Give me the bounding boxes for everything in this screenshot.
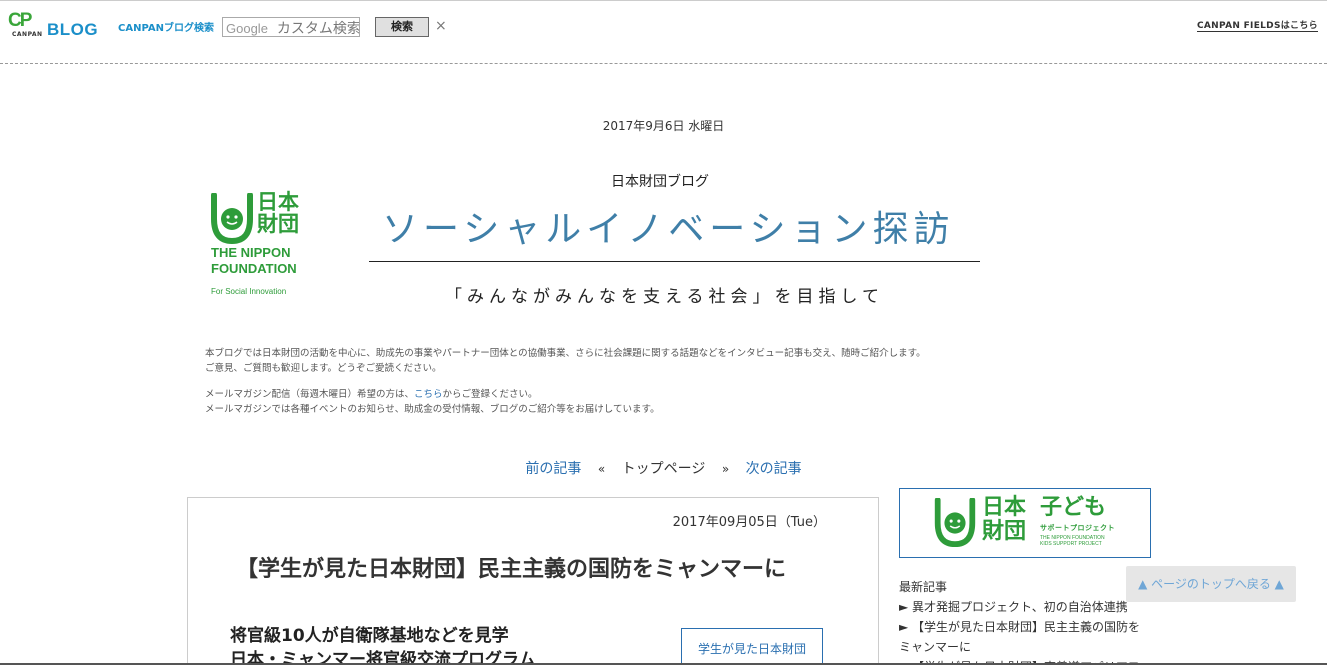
article-date: 2017年09月05日（Tue） <box>672 515 826 530</box>
smiling-face-icon <box>934 498 976 548</box>
logo-social-tagline: For Social Innovation <box>211 287 287 296</box>
description-line-4: メールマガジンでは各種イベントのお知らせ、助成金の受付情報、ブログのご紹介等をお… <box>205 404 660 415</box>
pager-separator-left: « <box>597 462 606 476</box>
banner-divider <box>369 261 980 262</box>
banner-title: ソーシャルイノベーション探訪 <box>382 209 955 250</box>
toolbar-top-border <box>0 0 1327 1</box>
blog-banner[interactable]: 日本財団 THE NIPPON FOUNDATION For Social In… <box>205 185 1135 327</box>
canpan-fields-link[interactable]: CANPAN FIELDSはこちら <box>1197 18 1318 32</box>
description-line-1: 本ブログでは日本財団の活動を中心に、助成先の事業やパートナー団体との協働事業、さ… <box>205 348 926 359</box>
logo-name-line1: THE NIPPON <box>211 245 291 260</box>
description-paragraph-1: 本ブログでは日本財団の活動を中心に、助成先の事業やパートナー団体との協働事業、さ… <box>205 346 1005 376</box>
blog-description: 本ブログでは日本財団の活動を中心に、助成先の事業やパートナー団体との協働事業、さ… <box>205 346 1005 428</box>
smiling-face-icon <box>211 193 253 245</box>
prev-article-link[interactable]: 前の記事 <box>525 461 581 477</box>
article-heading-line1: 将官級10人が自衛隊基地などを見学 <box>230 626 509 646</box>
blog-logo-text: BLOG <box>47 20 99 39</box>
search-label: CANPANブログ検索 <box>118 23 214 34</box>
article-pager: 前の記事 « トップページ » 次の記事 <box>0 458 1327 478</box>
pager-separator-right: » <box>721 462 730 476</box>
search-google-label: Google <box>226 21 268 36</box>
newsletter-signup-link[interactable]: こちら <box>414 389 443 400</box>
description-line-3-pre: メールマガジン配信（毎週木曜日）希望の方は、 <box>205 389 415 400</box>
kids-support-banner[interactable]: 日本財団 子ども サポートプロジェクト THE NIPPON FOUNDATIO… <box>899 488 1151 558</box>
nippon-foundation-logo: 日本財団 THE NIPPON FOUNDATION For Social In… <box>205 185 330 325</box>
description-paragraph-2: メールマガジン配信（毎週木曜日）希望の方は、こちらからご登録ください。 メールマ… <box>205 387 1005 417</box>
search-input[interactable]: Google カスタム検索 <box>222 17 360 37</box>
search-button[interactable]: 検索 <box>375 17 429 37</box>
top-page-link[interactable]: トップページ <box>622 461 706 477</box>
recent-articles-heading: 最新記事 <box>899 580 948 594</box>
logo-name: THE NIPPON FOUNDATION <box>211 245 297 277</box>
header-date: 2017年9月6日 水曜日 <box>602 119 725 133</box>
canpan-blog-logo[interactable]: CP CANPAN BLOG <box>8 11 108 41</box>
kids-banner-kodomo: 子ども <box>1040 495 1107 520</box>
back-to-top-button[interactable]: ▲ ページのトップへ戻る ▲ <box>1126 566 1296 602</box>
next-article-link[interactable]: 次の記事 <box>746 461 802 477</box>
canpan-logo-text: CANPAN <box>12 31 43 38</box>
close-icon[interactable]: × <box>435 18 447 34</box>
kids-banner-english-line2: KIDS SUPPORT PROJECT <box>1040 541 1102 547</box>
article-heading: 将官級10人が自衛隊基地などを見学 日本・ミャンマー将官級交流プログラム <box>230 624 536 665</box>
category-tag-button[interactable]: 学生が見た日本財団 <box>681 628 823 665</box>
banner-tagline: 「みんながみんなを支える社会」を目指して <box>445 287 884 307</box>
logo-kanji: 日本財団 <box>257 190 299 236</box>
logo-name-line2: FOUNDATION <box>211 261 297 276</box>
list-item[interactable]: ► 【学生が見た日本財団】民主主義の国防をミャンマーに <box>899 617 1149 657</box>
kids-banner-english: THE NIPPON FOUNDATION KIDS SUPPORT PROJE… <box>1040 535 1105 547</box>
description-line-2: ご意見、ご質問も歓迎します。どうぞご愛読ください。 <box>205 363 442 374</box>
kids-banner-subtitle: サポートプロジェクト <box>1040 524 1115 532</box>
list-item[interactable]: ► 異才発掘プロジェクト、初の自治体連携 <box>899 597 1149 617</box>
search-placeholder: カスタム検索 <box>276 21 360 37</box>
article-title[interactable]: 【学生が見た日本財団】民主主義の国防をミャンマーに <box>236 551 786 583</box>
canpan-toolbar: CP CANPAN BLOG CANPANブログ検索 Google カスタム検索… <box>0 0 1327 64</box>
article-card: 2017年09月05日（Tue） 【学生が見た日本財団】民主主義の国防をミャンマ… <box>187 497 879 665</box>
description-line-3-post: からご登録ください。 <box>442 389 538 400</box>
cp-logo-mark: CP <box>8 10 32 31</box>
kids-banner-kanji: 日本財団 <box>982 495 1027 544</box>
recent-articles: 最新記事 ► 異才発掘プロジェクト、初の自治体連携 ► 【学生が見た日本財団】民… <box>899 577 1149 665</box>
